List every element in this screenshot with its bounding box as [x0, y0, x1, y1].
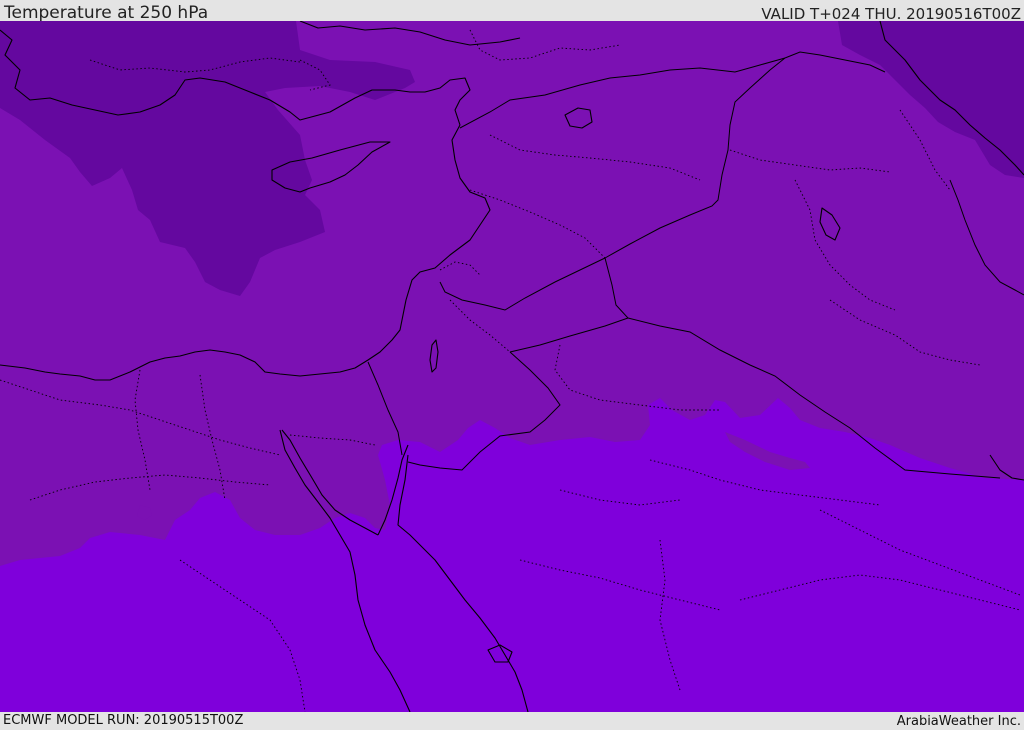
credit-label: ArabiaWeather Inc.	[896, 714, 1021, 729]
model-run-label: ECMWF MODEL RUN: 20190515T00Z	[3, 713, 244, 728]
header-bar: Temperature at 250 hPa VALID T+024 THU. …	[0, 0, 1024, 23]
map-area[interactable]	[0, 21, 1024, 712]
weather-map-svg	[0, 21, 1024, 712]
footer-bar: ECMWF MODEL RUN: 20190515T00Z ArabiaWeat…	[0, 712, 1024, 729]
